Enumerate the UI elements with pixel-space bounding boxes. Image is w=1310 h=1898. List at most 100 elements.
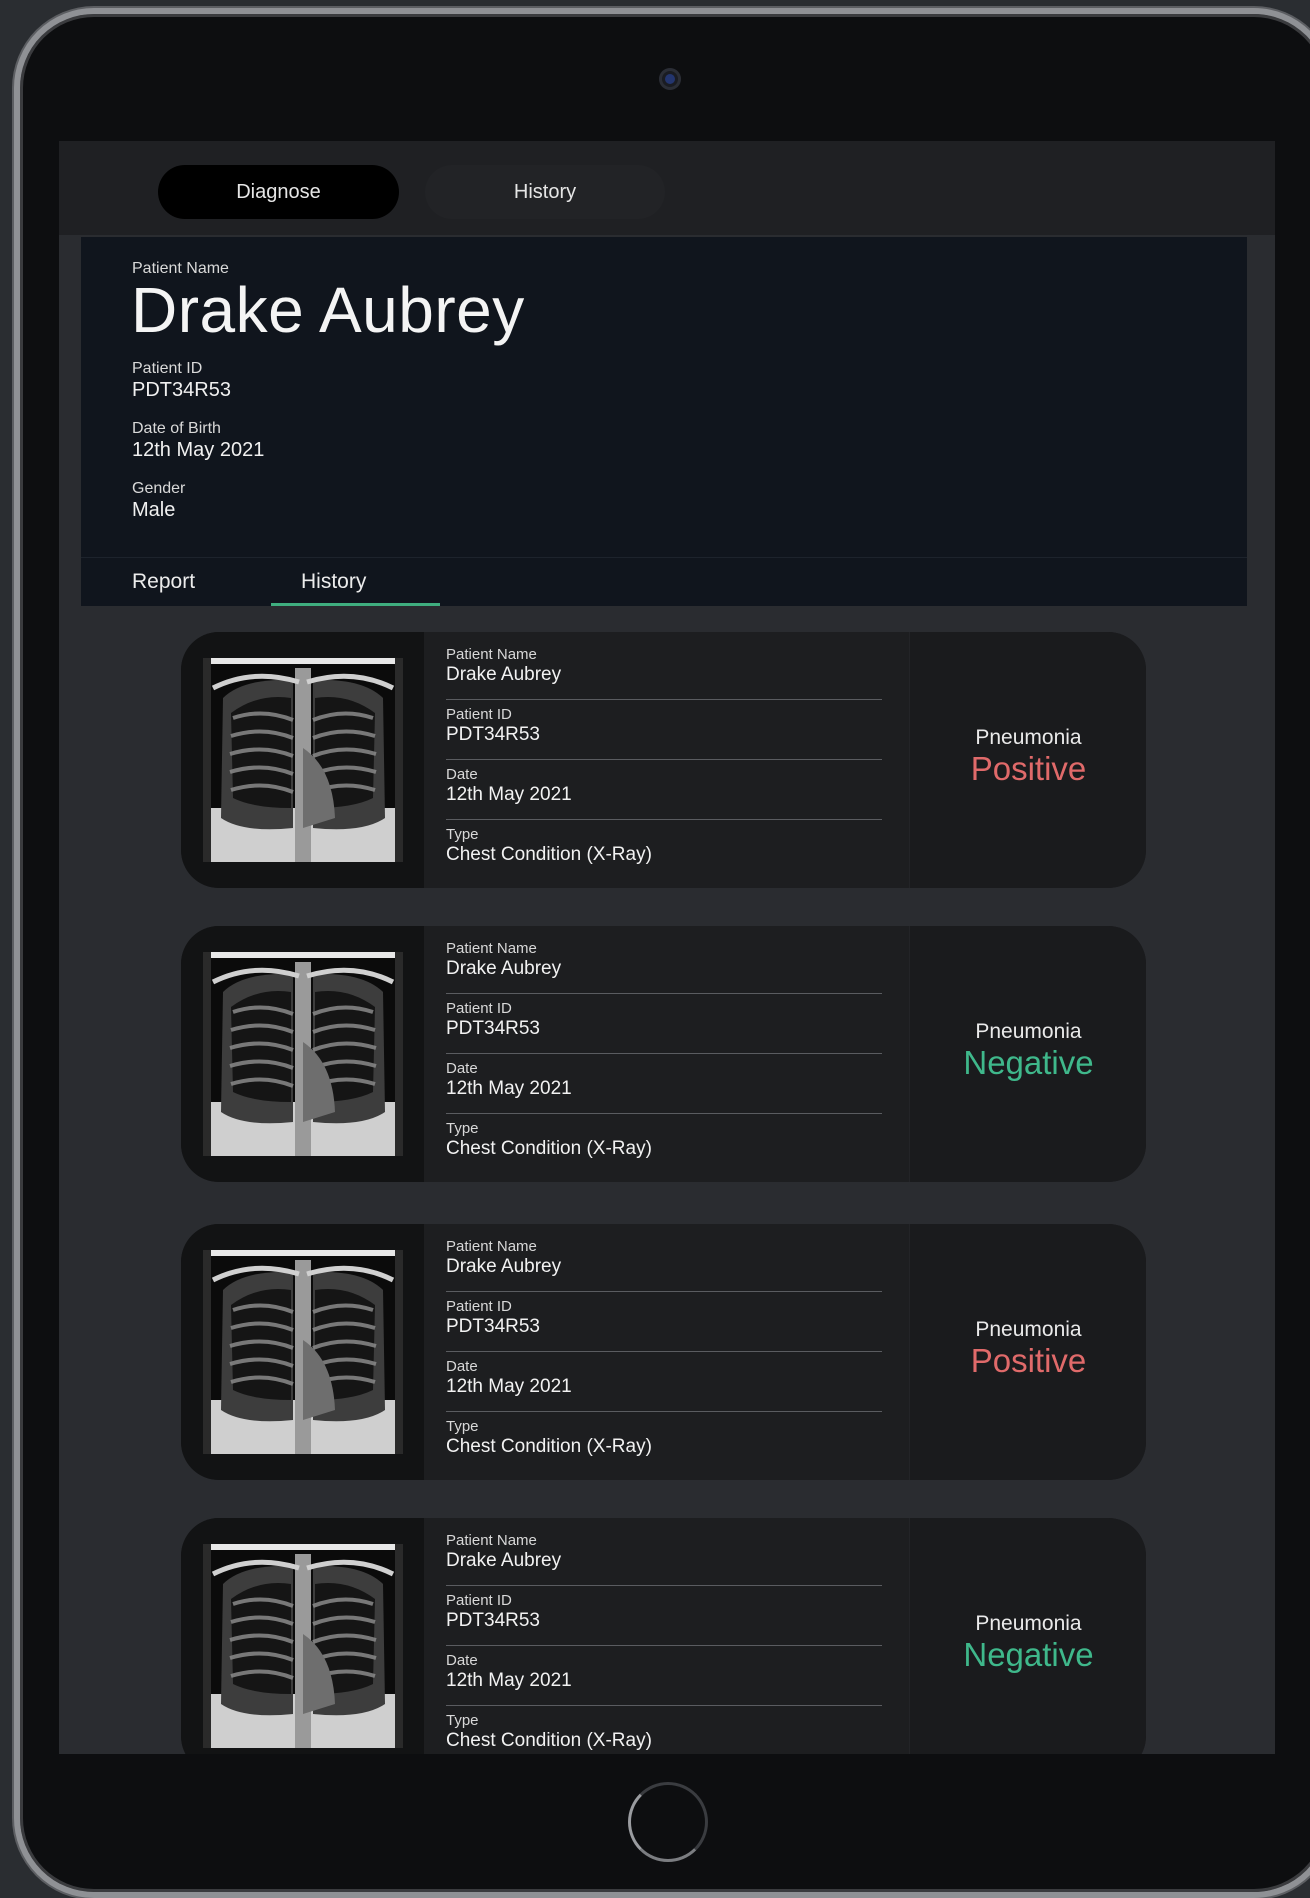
record-type-label: Type <box>446 826 479 843</box>
record-date-field: Date 12th May 2021 <box>446 1652 882 1692</box>
field-divider <box>446 1053 882 1054</box>
record-type-label: Type <box>446 1712 479 1729</box>
record-date-field: Date 12th May 2021 <box>446 1358 882 1398</box>
record-date-label: Date <box>446 1652 478 1669</box>
field-divider <box>446 1645 882 1646</box>
patient-name-value: Drake Aubrey <box>446 958 562 979</box>
chest-xray-image <box>203 1544 403 1748</box>
record-date-field: Date 12th May 2021 <box>446 1060 882 1100</box>
patient-name-label: Patient Name <box>446 1238 537 1255</box>
condition-label: Pneumonia <box>975 1318 1082 1341</box>
xray-thumbnail-panel <box>181 632 424 888</box>
record-info: Patient Name Drake Aubrey Patient ID PDT34R… <box>424 1518 909 1754</box>
patient-name-label: Patient Name <box>446 646 537 663</box>
patient-name-field: Patient Name Drake Aubrey <box>446 1238 882 1278</box>
record-type-label: Type <box>446 1120 479 1137</box>
record-date-field: Date 12th May 2021 <box>446 766 882 806</box>
condition-label: Pneumonia <box>975 726 1082 749</box>
patient-name: Drake Aubrey <box>131 274 525 346</box>
patient-id-field: Patient ID PDT34R53 <box>446 706 882 746</box>
diagnosis-result: Pneumonia Negative <box>909 926 1146 1182</box>
diagnosis-result: Pneumonia Negative <box>909 1518 1146 1754</box>
tab-report[interactable]: Report <box>132 570 195 594</box>
patient-id-label: Patient ID <box>446 1592 512 1609</box>
history-card[interactable]: Patient Name Drake Aubrey Patient ID PDT34R… <box>181 1224 1146 1480</box>
history-card[interactable]: Patient Name Drake Aubrey Patient ID PDT34R… <box>181 926 1146 1182</box>
record-type-value: Chest Condition (X-Ray) <box>446 1436 652 1457</box>
patient-name-field: Patient Name Drake Aubrey <box>446 1532 882 1572</box>
record-date-value: 12th May 2021 <box>446 1078 572 1099</box>
record-type-field: Type Chest Condition (X-Ray) <box>446 1418 882 1458</box>
record-date-label: Date <box>446 766 478 783</box>
record-date-value: 12th May 2021 <box>446 784 572 805</box>
record-date-value: 12th May 2021 <box>446 1376 572 1397</box>
record-info: Patient Name Drake Aubrey Patient ID PDT34R… <box>424 1224 909 1480</box>
record-type-label: Type <box>446 1418 479 1435</box>
record-date-label: Date <box>446 1060 478 1077</box>
record-date-label: Date <box>446 1358 478 1375</box>
condition-label: Pneumonia <box>975 1020 1082 1043</box>
active-tab-indicator <box>271 603 440 606</box>
patient-id-field: Patient ID PDT34R53 <box>446 1000 882 1040</box>
patient-name-value: Drake Aubrey <box>446 1256 562 1277</box>
history-card[interactable]: Patient Name Drake Aubrey Patient ID PDT34R… <box>181 632 1146 888</box>
diagnose-tab[interactable]: Diagnose <box>158 165 399 219</box>
gender-label: Gender <box>132 480 186 497</box>
field-divider <box>446 1411 882 1412</box>
record-type-value: Chest Condition (X-Ray) <box>446 1730 652 1751</box>
history-card[interactable]: Patient Name Drake Aubrey Patient ID PDT34R… <box>181 1518 1146 1754</box>
patient-id-label: Patient ID <box>446 1298 512 1315</box>
patient-subtabs: Report History <box>81 557 1247 606</box>
dob-value: 12th May 2021 <box>132 439 265 461</box>
patient-id-label: Patient ID <box>446 1000 512 1017</box>
diagnosis-result: Pneumonia Positive <box>909 1224 1146 1480</box>
result-status: Positive <box>970 750 1087 787</box>
patient-id-value: PDT34R53 <box>132 379 231 401</box>
patient-name-value: Drake Aubrey <box>446 664 562 685</box>
record-type-value: Chest Condition (X-Ray) <box>446 1138 652 1159</box>
result-status: Negative <box>963 1044 1094 1081</box>
field-divider <box>446 759 882 760</box>
condition-label: Pneumonia <box>975 1612 1082 1635</box>
result-status: Negative <box>963 1636 1094 1673</box>
history-tab[interactable]: History <box>425 165 665 219</box>
xray-thumbnail-panel <box>181 926 424 1182</box>
xray-thumbnail-panel <box>181 1518 424 1754</box>
field-divider <box>446 699 882 700</box>
tab-history[interactable]: History <box>301 570 366 594</box>
result-status: Positive <box>970 1342 1087 1379</box>
field-divider <box>446 993 882 994</box>
record-type-field: Type Chest Condition (X-Ray) <box>446 1712 882 1752</box>
top-navigation: Diagnose History <box>59 141 1275 235</box>
patient-name-label: Patient Name <box>446 940 537 957</box>
patient-name-label: Patient Name <box>446 1532 537 1549</box>
patient-header: Patient Name Drake Aubrey Patient ID PDT… <box>81 237 1247 557</box>
patient-name-value: Drake Aubrey <box>446 1550 562 1571</box>
field-divider <box>446 1351 882 1352</box>
patient-id-value: PDT34R53 <box>446 724 540 745</box>
chest-xray-image <box>203 952 403 1156</box>
record-info: Patient Name Drake Aubrey Patient ID PDT34R… <box>424 632 909 888</box>
diagnosis-result: Pneumonia Positive <box>909 632 1146 888</box>
app-screen: Diagnose History Patient Name Drake Aubr… <box>59 141 1275 1754</box>
record-info: Patient Name Drake Aubrey Patient ID PDT34R… <box>424 926 909 1182</box>
patient-id-label: Patient ID <box>132 360 203 377</box>
xray-thumbnail-panel <box>181 1224 424 1480</box>
field-divider <box>446 1585 882 1586</box>
patient-name-field: Patient Name Drake Aubrey <box>446 646 882 686</box>
field-divider <box>446 1291 882 1292</box>
chest-xray-image <box>203 658 403 862</box>
patient-id-field: Patient ID PDT34R53 <box>446 1298 882 1338</box>
dob-label: Date of Birth <box>132 420 221 437</box>
field-divider <box>446 1113 882 1114</box>
record-type-field: Type Chest Condition (X-Ray) <box>446 1120 882 1160</box>
patient-id-value: PDT34R53 <box>446 1610 540 1631</box>
record-type-value: Chest Condition (X-Ray) <box>446 844 652 865</box>
patient-id-value: PDT34R53 <box>446 1018 540 1039</box>
record-date-value: 12th May 2021 <box>446 1670 572 1691</box>
field-divider <box>446 1705 882 1706</box>
patient-id-field: Patient ID PDT34R53 <box>446 1592 882 1632</box>
record-type-field: Type Chest Condition (X-Ray) <box>446 826 882 866</box>
patient-name-field: Patient Name Drake Aubrey <box>446 940 882 980</box>
home-button[interactable] <box>628 1782 708 1862</box>
